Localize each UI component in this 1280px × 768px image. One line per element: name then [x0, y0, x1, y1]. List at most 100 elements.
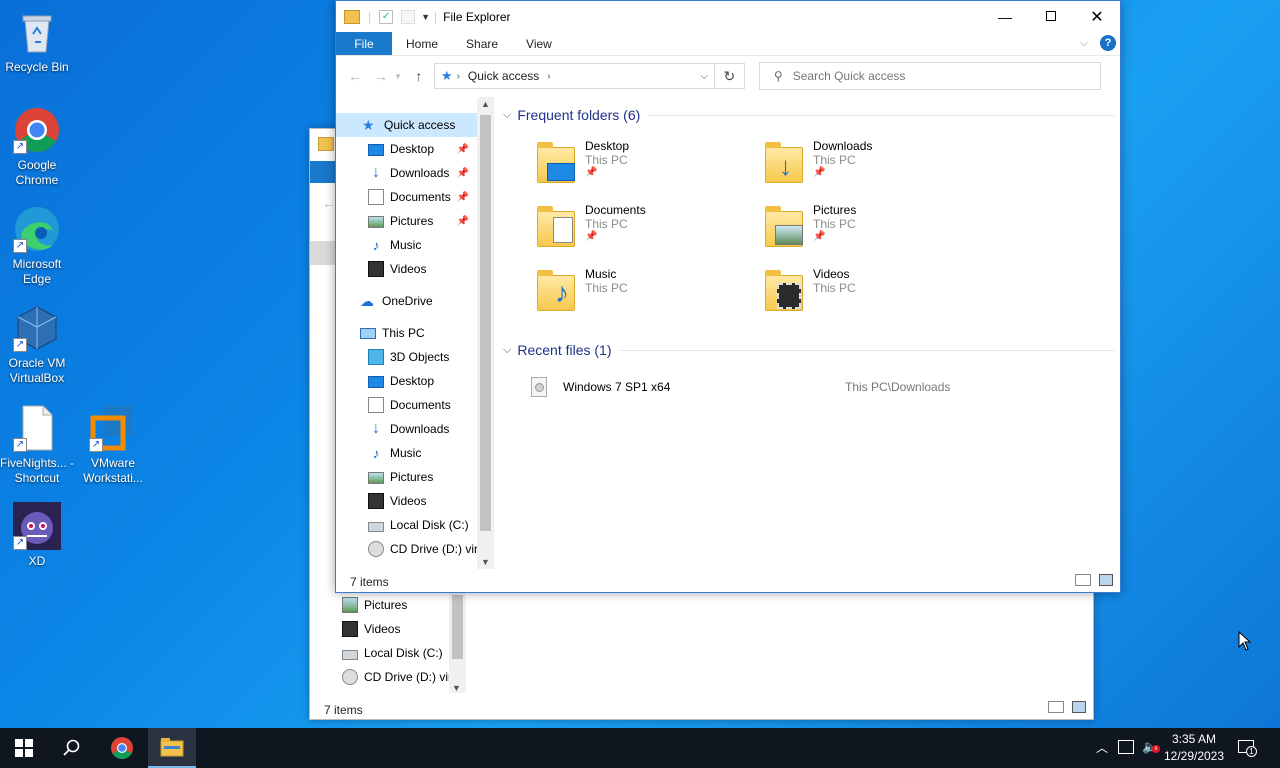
scroll-down-icon[interactable]: ▼ [481, 557, 490, 567]
large-icons-view-icon[interactable] [1072, 701, 1086, 713]
desktop-icon-edge[interactable]: ↗ Microsoft Edge [0, 205, 74, 287]
vmware-icon: ↗ [89, 404, 137, 452]
nav-item-music[interactable]: ♪ Music [368, 233, 477, 257]
tab-file[interactable]: File [336, 32, 392, 55]
recent-file-row[interactable]: Windows 7 SP1 x64 This PC\Downloads [531, 375, 1091, 399]
scroll-up-icon[interactable]: ▲ [481, 99, 490, 109]
cd-drive-icon [342, 669, 358, 685]
up-button[interactable]: ↑ [408, 68, 430, 84]
desktop-icon-recycle-bin[interactable]: Recycle Bin [0, 8, 74, 75]
nav-item-pc-music[interactable]: ♪ Music [368, 441, 477, 465]
nav-item-label: Downloads [390, 166, 450, 180]
edge-icon: ↗ [13, 205, 61, 253]
nav-item-label: Desktop [390, 142, 435, 156]
expand-ribbon-icon[interactable]: ⌵ [1080, 32, 1088, 55]
minimize-button[interactable]: — [982, 9, 1028, 25]
taskbar-chrome[interactable] [98, 728, 146, 768]
file-explorer-window[interactable]: | ✓ ▼ | File Explorer — ✕ File Home Shar… [335, 0, 1121, 593]
large-icons-view-icon[interactable] [1099, 574, 1113, 586]
show-hidden-icons-icon[interactable]: ︿ [1096, 739, 1108, 756]
nav-item-downloads[interactable]: ↓ Downloads 📌 [368, 161, 477, 185]
nav-item-local-disk[interactable]: Local Disk (C:) [368, 513, 477, 537]
nav-item-videos[interactable]: Videos [342, 617, 452, 641]
nav-scrollbar[interactable]: ▼ [449, 593, 466, 693]
nav-item-videos[interactable]: Videos [368, 257, 477, 281]
tab-view[interactable]: View [512, 32, 566, 55]
recent-locations-icon[interactable]: ▼ [394, 72, 402, 81]
frequent-folders-header[interactable]: ⌵ Frequent folders (6) [503, 107, 1115, 123]
taskbar-file-explorer[interactable] [148, 728, 196, 768]
desktop-icon-vmware[interactable]: ↗ VMware Workstati... [76, 404, 150, 486]
desktop-icon-chrome[interactable]: ↗ Google Chrome [0, 106, 74, 188]
nav-item-pc-desktop[interactable]: Desktop [368, 369, 477, 393]
scroll-down-icon[interactable]: ▼ [452, 683, 461, 693]
address-dropdown-icon[interactable]: ⌵ [700, 71, 708, 82]
breadcrumb-chevron-icon[interactable]: › [457, 71, 460, 82]
details-view-icon[interactable] [1048, 701, 1064, 713]
close-button[interactable]: ✕ [1074, 7, 1120, 27]
tab-share[interactable]: Share [452, 32, 512, 55]
volume-muted-icon[interactable]: 🔈 x [1142, 739, 1160, 755]
nav-item-pc-pictures[interactable]: Pictures [368, 465, 477, 489]
properties-icon[interactable]: ✓ [379, 9, 394, 24]
frequent-folder-tile[interactable]: Videos This PC [765, 267, 985, 323]
scrollbar-thumb[interactable] [452, 595, 463, 659]
nav-item-desktop[interactable]: Desktop 📌 [368, 137, 477, 161]
pictures-icon [342, 597, 358, 613]
frequent-folder-tile[interactable]: ↓ Downloads This PC 📌 [765, 139, 985, 195]
nav-scrollbar[interactable]: ▲ ▼ [477, 97, 494, 569]
nav-item-pc-downloads[interactable]: ↓ Downloads [368, 417, 477, 441]
file-tab-partial[interactable] [310, 161, 336, 183]
nav-item-onedrive[interactable]: ☁ OneDrive [360, 289, 477, 313]
nav-item-3d-objects[interactable]: 3D Objects [368, 345, 477, 369]
clock-date[interactable]: 12/29/2023 [1163, 749, 1225, 763]
search-input[interactable]: Search Quick access [793, 69, 906, 83]
action-center-button[interactable]: 1 [1236, 738, 1258, 758]
nav-item-pictures[interactable]: Pictures [342, 593, 452, 617]
frequent-folder-tile[interactable]: ♪ Music This PC [537, 267, 757, 323]
taskbar: ︿ 🔈 x 3:35 AM 12/29/2023 1 [0, 728, 1280, 768]
desktop-icon-fivenights-shortcut[interactable]: ↗ FiveNights... - Shortcut [0, 404, 74, 486]
nav-item-cd-drive[interactable]: CD Drive (D:) virt [368, 537, 477, 561]
desktop-icon-xd[interactable]: ↗ XD [0, 502, 74, 569]
recent-files-header[interactable]: ⌵ Recent files (1) [503, 342, 1115, 358]
forward-button[interactable]: → [370, 68, 392, 84]
breadcrumb-chevron-icon[interactable]: › [547, 71, 550, 82]
new-folder-icon[interactable] [401, 9, 416, 24]
pin-icon: 📌 [456, 191, 469, 203]
tab-home[interactable]: Home [392, 32, 452, 55]
desktop-icon-virtualbox[interactable]: ↗ Oracle VM VirtualBox [0, 304, 74, 386]
network-icon[interactable] [1118, 740, 1134, 754]
title-bar[interactable]: | ✓ ▼ | File Explorer — ✕ [336, 1, 1120, 32]
qat-dropdown-icon[interactable]: ▼ [421, 12, 430, 22]
folder-location: This PC [585, 217, 628, 231]
collapse-chevron-icon[interactable]: ⌵ [503, 344, 511, 357]
3d-objects-icon [368, 349, 384, 365]
nav-item-local-disk[interactable]: Local Disk (C:) [342, 641, 452, 665]
scrollbar-thumb[interactable] [480, 115, 491, 531]
details-view-icon[interactable] [1075, 574, 1091, 586]
back-arrow-icon[interactable]: ← [322, 195, 336, 211]
frequent-folder-tile[interactable]: Documents This PC 📌 [537, 203, 757, 259]
nav-item-pc-videos[interactable]: Videos [368, 489, 477, 513]
search-button[interactable] [48, 728, 96, 768]
folder-title-icon [344, 9, 360, 24]
back-button[interactable]: ← [344, 68, 366, 84]
nav-item-this-pc[interactable]: This PC [360, 321, 477, 345]
help-icon[interactable]: ? [1100, 35, 1116, 51]
clock-time[interactable]: 3:35 AM [1168, 732, 1220, 746]
address-bar[interactable]: ★ › Quick access › ⌵ [433, 63, 715, 89]
nav-item-quick-access[interactable]: ★ Quick access [336, 113, 477, 137]
start-button[interactable] [0, 728, 48, 768]
search-box[interactable]: ⚲ Search Quick access [758, 62, 1101, 90]
nav-item-pictures[interactable]: Pictures 📌 [368, 209, 477, 233]
frequent-folder-tile[interactable]: Desktop This PC 📌 [537, 139, 757, 195]
refresh-button[interactable]: ↻ [714, 63, 745, 89]
collapse-chevron-icon[interactable]: ⌵ [503, 109, 511, 122]
maximize-button[interactable] [1028, 10, 1074, 24]
nav-item-pc-documents[interactable]: Documents [368, 393, 477, 417]
nav-item-cd-drive[interactable]: CD Drive (D:) virt [342, 665, 452, 689]
frequent-folder-tile[interactable]: Pictures This PC 📌 [765, 203, 985, 259]
nav-item-documents[interactable]: Documents 📌 [368, 185, 477, 209]
breadcrumb[interactable]: Quick access [468, 69, 539, 83]
